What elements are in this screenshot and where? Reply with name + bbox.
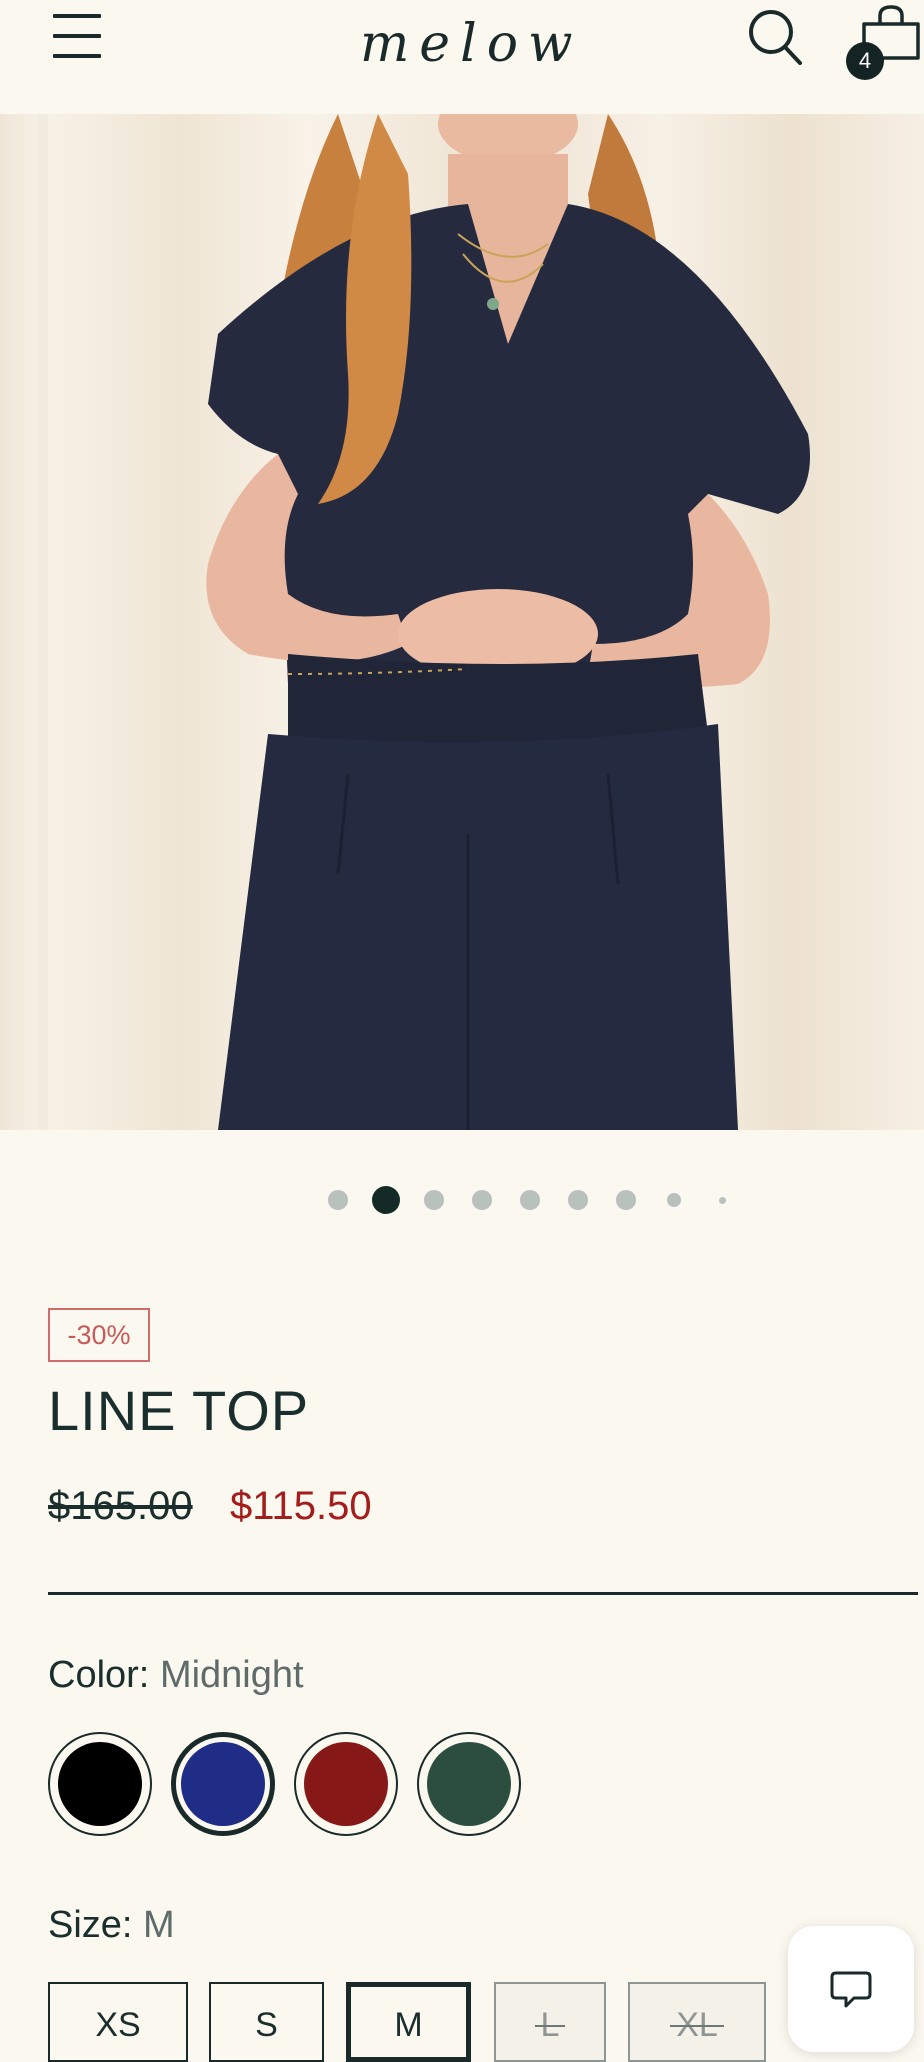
discount-badge: -30% [48, 1308, 150, 1362]
color-swatch-black[interactable] [48, 1732, 152, 1836]
carousel-dots [0, 1180, 924, 1220]
size-label-text: Size: [48, 1904, 133, 1946]
menu-icon[interactable] [50, 12, 104, 60]
selected-size: M [143, 1904, 175, 1946]
color-swatch-fill [58, 1742, 142, 1826]
carousel-dot[interactable] [372, 1186, 400, 1214]
carousel-dot[interactable] [568, 1190, 588, 1210]
carousel-dot[interactable] [424, 1190, 444, 1210]
logo[interactable]: melow [352, 0, 612, 90]
carousel-dot[interactable] [328, 1190, 348, 1210]
color-swatch-green[interactable] [417, 1732, 521, 1836]
product-title: LINE TOP [48, 1379, 310, 1442]
size-option-label: XS [95, 2006, 141, 2044]
color-swatch-midnight[interactable] [171, 1732, 275, 1836]
carousel-dot[interactable] [520, 1190, 540, 1210]
sale-price: $115.50 [230, 1484, 372, 1528]
carousel-dot[interactable] [472, 1190, 492, 1210]
size-option-label: S [255, 2006, 278, 2044]
logo-text: melow [360, 14, 583, 74]
carousel-dot[interactable] [718, 1196, 726, 1204]
size-option-label: XL [676, 2006, 718, 2044]
color-label: Color: Midnight [48, 1654, 304, 1697]
size-option-label: L [540, 2006, 560, 2044]
color-swatch-red[interactable] [294, 1732, 398, 1836]
size-label: Size: M [48, 1904, 175, 1947]
chat-icon [830, 1971, 872, 2008]
product-image [48, 114, 924, 1130]
color-swatch-fill [427, 1742, 511, 1826]
selected-color: Midnight [159, 1654, 304, 1696]
size-option-xs[interactable]: XS [48, 1982, 188, 2062]
previous-image-peek [0, 114, 38, 1130]
size-option-m[interactable]: M [346, 1982, 471, 2062]
color-swatch-fill [181, 1742, 265, 1826]
color-swatch-fill [304, 1742, 388, 1826]
carousel-dot[interactable] [616, 1190, 636, 1210]
search-icon[interactable] [745, 6, 805, 66]
original-price: $165.00 [48, 1484, 193, 1528]
size-option-s[interactable]: S [209, 1982, 324, 2062]
chat-button[interactable] [788, 1926, 914, 2052]
cart-count-badge: 4 [846, 42, 884, 80]
size-option-label: M [394, 2006, 423, 2044]
divider [48, 1592, 918, 1595]
cart-button[interactable]: 4 [842, 2, 922, 82]
color-label-text: Color: [48, 1654, 150, 1696]
header: melow 4 [0, 0, 924, 114]
size-option-xl[interactable]: XL [628, 1982, 766, 2062]
size-option-l[interactable]: L [494, 1982, 606, 2062]
product-image-carousel[interactable] [0, 114, 924, 1130]
carousel-dot[interactable] [667, 1193, 681, 1207]
